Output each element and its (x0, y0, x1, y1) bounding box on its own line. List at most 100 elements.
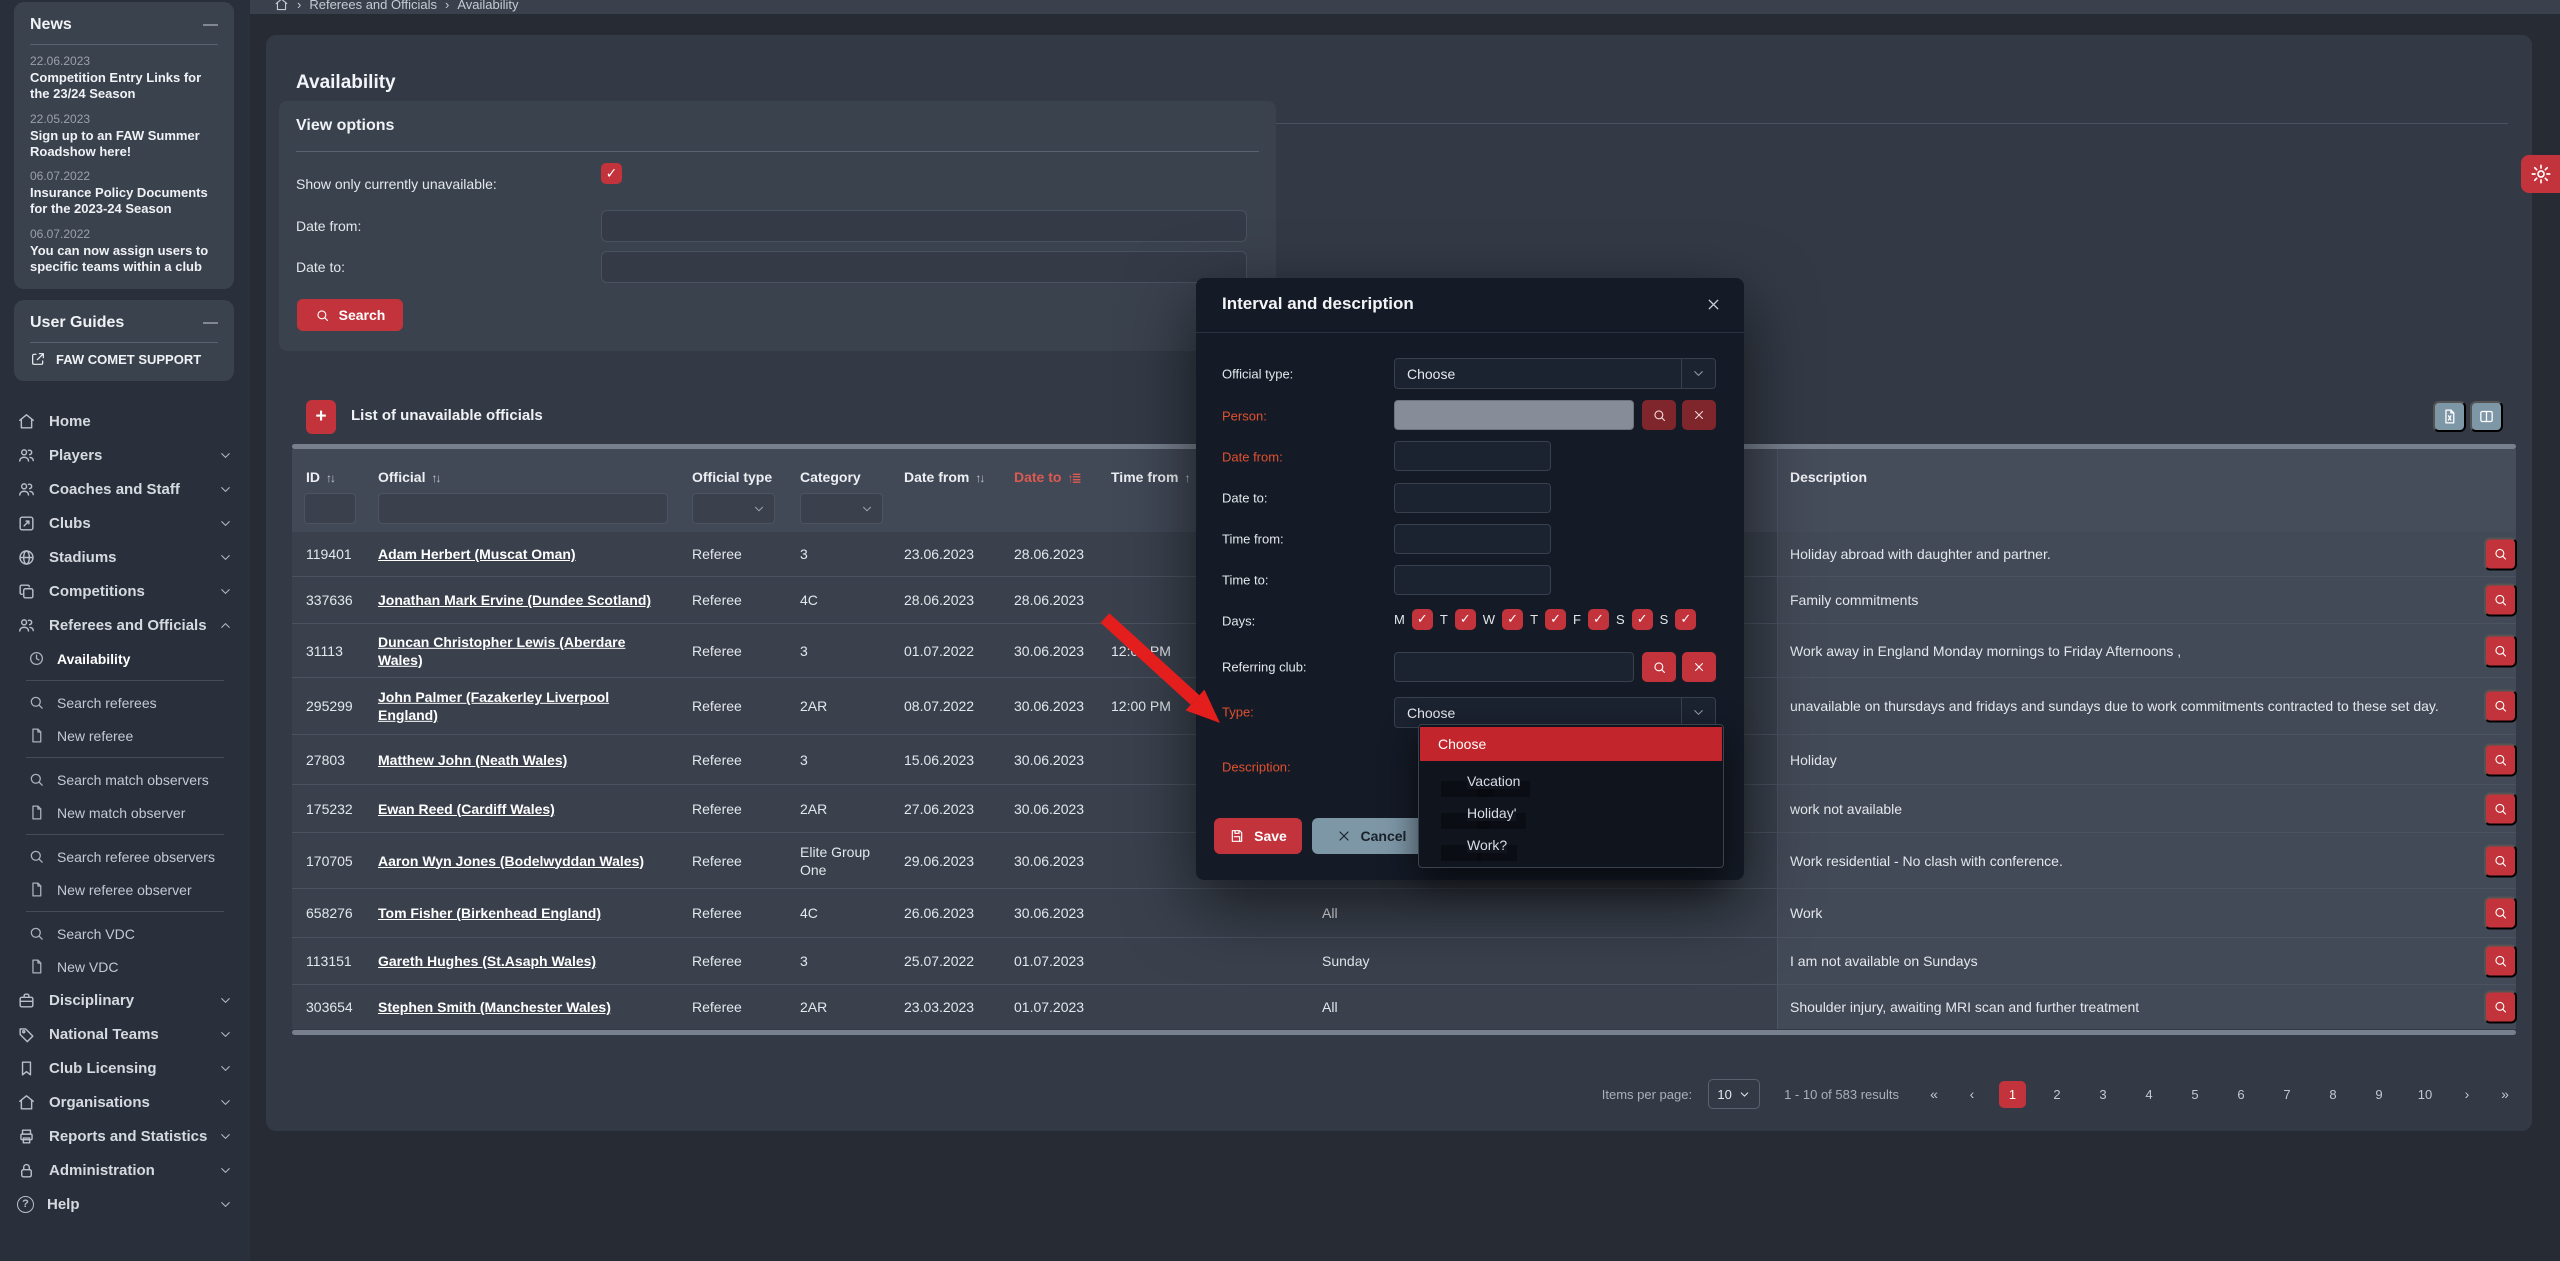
day-checkbox[interactable]: ✓ (1588, 609, 1609, 630)
cell-official-link[interactable]: Jonathan Mark Ervine (Dundee Scotland) (378, 592, 651, 608)
close-icon[interactable] (1705, 296, 1722, 314)
sidebar-item-availability[interactable]: Availability (0, 642, 250, 675)
cell-official-link[interactable]: Stephen Smith (Manchester Wales) (378, 999, 611, 1015)
row-view-button[interactable] (2484, 634, 2517, 667)
sidebar-item-organisations[interactable]: Organisations (0, 1085, 250, 1119)
first-page-button[interactable]: « (1923, 1086, 1945, 1102)
cell-official-link[interactable]: Ewan Reed (Cardiff Wales) (378, 801, 555, 817)
horizontal-scrollbar[interactable] (292, 1030, 2516, 1035)
cell-official-link[interactable]: John Palmer (Fazakerley Liverpool Englan… (378, 688, 628, 724)
sidebar-item-disciplinary[interactable]: Disciplinary (0, 983, 250, 1017)
sidebar-item-referees-and-officials[interactable]: Referees and Officials (0, 608, 250, 642)
filter-official-type-select[interactable] (692, 493, 775, 524)
column-header-id[interactable]: ID↑↓ (306, 469, 334, 485)
day-checkbox[interactable]: ✓ (1545, 609, 1566, 630)
sidebar-item-search-referee-observers[interactable]: Search referee observers (0, 840, 250, 873)
cell-official-link[interactable]: Adam Herbert (Muscat Oman) (378, 546, 576, 562)
page-button[interactable]: 2 (2042, 1087, 2072, 1102)
person-input[interactable] (1394, 400, 1634, 430)
date-from-input[interactable] (601, 210, 1247, 242)
sidebar-item-search-referees[interactable]: Search referees (0, 686, 250, 719)
column-header-time-from[interactable]: Time from↑ (1111, 469, 1188, 485)
referring-club-clear-button[interactable] (1682, 652, 1716, 682)
cell-official-link[interactable]: Aaron Wyn Jones (Bodelwyddan Wales) (378, 853, 644, 869)
page-button[interactable]: 5 (2180, 1087, 2210, 1102)
news-item[interactable]: 06.07.2022 You can now assign users to s… (30, 227, 218, 276)
page-size-select[interactable]: 10 (1708, 1079, 1760, 1109)
column-header-official[interactable]: Official↑↓ (378, 469, 439, 485)
sidebar-item-coaches-and-staff[interactable]: Coaches and Staff (0, 472, 250, 506)
page-button[interactable]: 10 (2410, 1087, 2440, 1102)
column-header-date-from[interactable]: Date from↑↓ (904, 469, 983, 485)
news-item[interactable]: 22.05.2023 Sign up to an FAW Summer Road… (30, 112, 218, 161)
column-header-date-to[interactable]: Date to↑≣ (1014, 469, 1080, 485)
previous-page-button[interactable]: ‹ (1961, 1086, 1983, 1102)
modal-time-from-input[interactable] (1394, 524, 1551, 554)
dropdown-option-vacation[interactable]: Vacation (1467, 773, 1520, 789)
filter-official-input[interactable] (378, 493, 668, 524)
filter-category-select[interactable] (800, 493, 883, 524)
show-only-checkbox[interactable]: ✓ (601, 163, 622, 184)
person-search-button[interactable] (1642, 400, 1676, 430)
column-header-category[interactable]: Category (800, 469, 861, 485)
referring-club-search-button[interactable] (1642, 652, 1676, 682)
sort-icon[interactable]: ↑ (1184, 471, 1188, 485)
page-button[interactable]: 8 (2318, 1087, 2348, 1102)
column-header-official-type[interactable]: Official type (692, 469, 772, 485)
next-page-button[interactable]: › (2456, 1086, 2478, 1102)
sort-active-icon[interactable]: ↑≣ (1067, 471, 1079, 485)
dropdown-option-holiday[interactable]: Holiday' (1467, 805, 1516, 821)
day-checkbox[interactable]: ✓ (1502, 609, 1523, 630)
filter-id-input[interactable] (304, 493, 356, 524)
modal-date-from-input[interactable] (1394, 441, 1551, 471)
cancel-button[interactable]: Cancel (1312, 818, 1430, 854)
date-to-input[interactable] (601, 251, 1247, 283)
page-button[interactable]: 9 (2364, 1087, 2394, 1102)
page-button[interactable]: 7 (2272, 1087, 2302, 1102)
sidebar-item-new-vdc[interactable]: New VDC (0, 950, 250, 983)
official-type-select[interactable]: Choose (1394, 358, 1716, 389)
column-settings-button[interactable] (2470, 401, 2503, 432)
row-view-button[interactable] (2484, 584, 2517, 617)
sidebar-item-players[interactable]: Players (0, 438, 250, 472)
last-page-button[interactable]: » (2494, 1086, 2516, 1102)
dropdown-option-work[interactable]: Work? (1467, 837, 1507, 853)
day-checkbox[interactable]: ✓ (1455, 609, 1476, 630)
sidebar-item-home[interactable]: Home (0, 404, 250, 438)
sidebar-item-new-match-observer[interactable]: New match observer (0, 796, 250, 829)
sidebar-item-new-referee[interactable]: New referee (0, 719, 250, 752)
row-view-button[interactable] (2484, 991, 2517, 1024)
page-button[interactable]: 3 (2088, 1087, 2118, 1102)
sidebar-item-search-vdc[interactable]: Search VDC (0, 917, 250, 950)
row-view-button[interactable] (2484, 792, 2517, 825)
add-interval-button[interactable]: + (306, 400, 336, 434)
row-view-button[interactable] (2484, 690, 2517, 723)
page-button[interactable]: 6 (2226, 1087, 2256, 1102)
row-view-button[interactable] (2484, 945, 2517, 978)
day-checkbox[interactable]: ✓ (1675, 609, 1696, 630)
day-checkbox[interactable]: ✓ (1632, 609, 1653, 630)
sidebar-item-club-licensing[interactable]: Club Licensing (0, 1051, 250, 1085)
faw-comet-support-link[interactable]: FAW COMET SUPPORT (30, 351, 218, 367)
sidebar-item-stadiums[interactable]: Stadiums (0, 540, 250, 574)
sidebar-item-search-match-observers[interactable]: Search match observers (0, 763, 250, 796)
sidebar-item-help[interactable]: ? Help (0, 1187, 250, 1221)
cell-official-link[interactable]: Gareth Hughes (St.Asaph Wales) (378, 953, 596, 969)
sort-icon[interactable]: ↑↓ (431, 471, 439, 485)
modal-date-to-input[interactable] (1394, 483, 1551, 513)
modal-time-to-input[interactable] (1394, 565, 1551, 595)
news-item[interactable]: 06.07.2022 Insurance Policy Documents fo… (30, 169, 218, 218)
day-checkbox[interactable]: ✓ (1412, 609, 1433, 630)
row-view-button[interactable] (2484, 743, 2517, 776)
referring-club-input[interactable] (1394, 652, 1634, 682)
save-button[interactable]: Save (1214, 818, 1302, 854)
settings-gear-button[interactable] (2521, 155, 2560, 193)
sidebar-item-administration[interactable]: Administration (0, 1153, 250, 1187)
dropdown-option-choose[interactable]: Choose (1420, 727, 1722, 761)
row-view-button[interactable] (2484, 897, 2517, 930)
collapse-icon[interactable]: — (203, 318, 218, 328)
person-clear-button[interactable] (1682, 400, 1716, 430)
sort-icon[interactable]: ↑↓ (326, 471, 334, 485)
page-button[interactable]: 1 (1999, 1081, 2026, 1108)
sidebar-item-clubs[interactable]: Clubs (0, 506, 250, 540)
